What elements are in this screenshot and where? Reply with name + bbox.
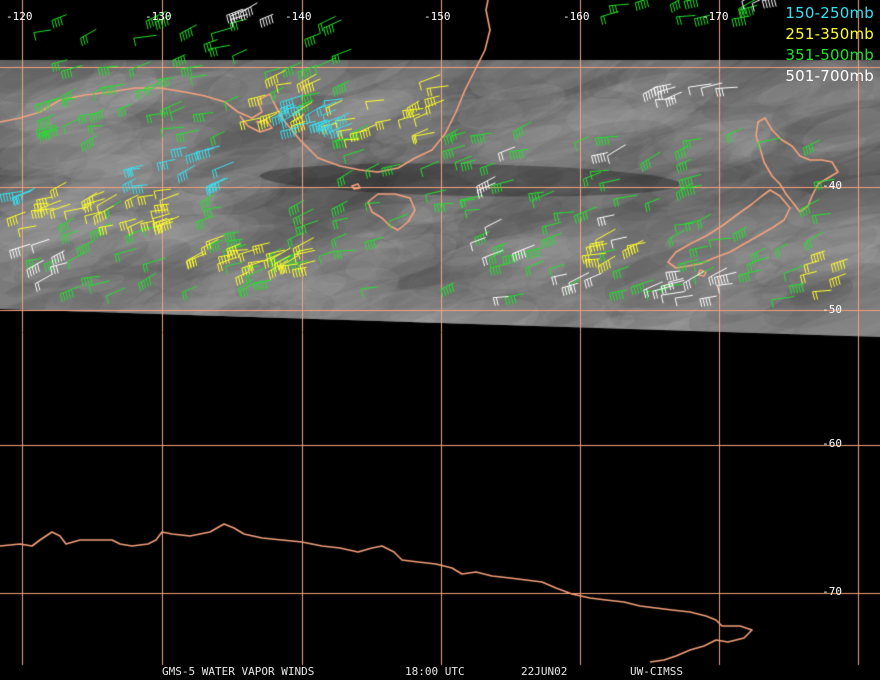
lat-label-70: -70 bbox=[822, 585, 842, 598]
lon-label-170: -170 bbox=[702, 10, 729, 23]
source-credit: UW-CIMSS bbox=[630, 665, 683, 678]
lon-label-160: -160 bbox=[563, 10, 590, 23]
legend-251-350: 251-350mb bbox=[785, 25, 874, 43]
lon-label-130: -130 bbox=[145, 10, 172, 23]
legend-501-700: 501-700mb bbox=[785, 67, 874, 85]
water-vapor-map bbox=[0, 0, 880, 680]
pressure-legend: 150-250mb 251-350mb 351-500mb 501-700mb bbox=[785, 3, 874, 87]
lat-label-60: -60 bbox=[822, 437, 842, 450]
lat-label-40: -40 bbox=[822, 179, 842, 192]
lon-label-120: -120 bbox=[6, 10, 33, 23]
lat-label-50: -50 bbox=[822, 303, 842, 316]
lon-label-140: -140 bbox=[285, 10, 312, 23]
footer-bar: GMS-5 WATER VAPOR WINDS 18:00 UTC 22JUN0… bbox=[0, 665, 880, 679]
legend-351-500: 351-500mb bbox=[785, 46, 874, 64]
legend-150-250: 150-250mb bbox=[785, 4, 874, 22]
time-stamp: 18:00 UTC bbox=[405, 665, 465, 678]
product-name: GMS-5 WATER VAPOR WINDS bbox=[162, 665, 315, 678]
date-stamp: 22JUN02 bbox=[521, 665, 568, 678]
lon-label-150: -150 bbox=[424, 10, 451, 23]
